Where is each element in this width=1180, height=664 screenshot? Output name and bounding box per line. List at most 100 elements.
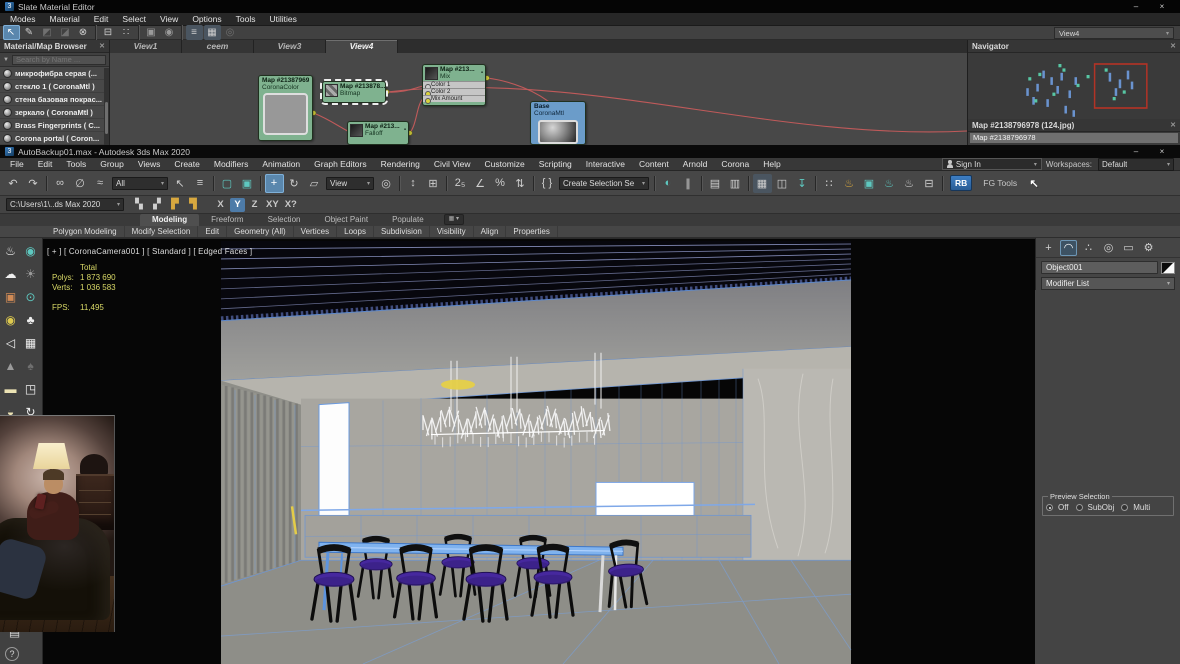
material-item[interactable]: стена базовая покрас... xyxy=(0,93,109,106)
sme-tab-view4[interactable]: View4 xyxy=(326,40,398,53)
forest-icon[interactable]: ♣ xyxy=(21,310,40,329)
sme-menu-edit[interactable]: Edit xyxy=(87,13,116,26)
close-icon[interactable]: ✕ xyxy=(99,42,105,50)
create-tab-icon[interactable]: + xyxy=(1040,240,1057,256)
ribbon-minimize-icon[interactable]: ▦ ▾ xyxy=(443,214,465,225)
material-item[interactable]: Corona portal ( Coron... xyxy=(0,132,109,145)
node-slot-mix-amount[interactable]: Mix Amount xyxy=(423,95,485,104)
axis-constraint-xy[interactable]: XY xyxy=(264,198,281,212)
unlink-selection-icon[interactable]: ∅ xyxy=(71,174,90,193)
schematic-view-icon[interactable]: ◫ xyxy=(773,174,792,193)
frame-buffer-icon[interactable]: ▣ xyxy=(1,287,20,306)
ribbon-group-subdivision[interactable]: Subdivision xyxy=(374,226,430,237)
plane-icon[interactable]: ▲ xyxy=(1,356,20,375)
sme-menu-select[interactable]: Select xyxy=(115,13,153,26)
axis-constraint-y[interactable]: Y xyxy=(230,197,245,212)
max-titlebar[interactable]: 3 AutoBackup01.max - Autodesk 3ds Max 20… xyxy=(0,145,1180,664)
material-item[interactable]: микрофибра серая (... xyxy=(0,67,109,80)
node-base-coronamtl[interactable]: Base CoronaMtl xyxy=(530,101,586,145)
zoom-tool-icon[interactable]: ◎ xyxy=(222,25,239,40)
sme-menu-tools[interactable]: Tools xyxy=(229,13,263,26)
minimize-button[interactable] xyxy=(1123,0,1149,13)
ribbon-group-align[interactable]: Align xyxy=(474,226,507,237)
modify-tab-icon[interactable]: ◠ xyxy=(1060,239,1077,256)
minimize-button[interactable] xyxy=(1123,145,1149,158)
node-mix[interactable]: Map #213... Mix ▪ Color 1 Color 2 Mix Am… xyxy=(422,64,486,106)
sme-tab-ceem[interactable]: ceem xyxy=(182,40,254,53)
state-sets-icon[interactable]: ∷ xyxy=(820,174,839,193)
curve-editor-icon[interactable]: ▦ xyxy=(752,173,772,193)
max-menu-create[interactable]: Create xyxy=(167,158,207,171)
layout-all-icon[interactable]: ▦ xyxy=(203,25,221,40)
select-and-link-icon[interactable]: ∞ xyxy=(51,174,70,193)
max-menu-views[interactable]: Views xyxy=(131,158,168,171)
navigator-minimap[interactable] xyxy=(968,53,1180,119)
redo-icon[interactable]: ↷ xyxy=(24,174,43,193)
viewport-label[interactable]: [ + ] [ CoronaCamera001 ] [ Standard ] [… xyxy=(47,247,252,256)
keyboard-override-icon[interactable]: ⊞ xyxy=(424,174,443,193)
viewport[interactable]: [ + ] [ CoronaCamera001 ] [ Standard ] [… xyxy=(43,238,1035,664)
rendered-frame-window-icon[interactable]: ▣ xyxy=(860,174,879,193)
render-production-icon[interactable]: ♨ xyxy=(880,174,899,193)
tree-box-icon[interactable]: ◳ xyxy=(21,379,40,398)
max-menu-content[interactable]: Content xyxy=(632,158,676,171)
ribbon-tab-selection[interactable]: Selection xyxy=(256,214,313,226)
map-name-field[interactable]: Map #2138796978 xyxy=(970,133,1178,143)
railclone-rb-button[interactable]: RB xyxy=(950,175,973,191)
material-item[interactable]: Brass Fingerprints ( C... xyxy=(0,119,109,132)
close-icon[interactable]: ✕ xyxy=(1170,121,1176,129)
ribbon-group-loops[interactable]: Loops xyxy=(337,226,374,237)
show-background-icon[interactable]: ▣ xyxy=(143,25,160,40)
material-item[interactable]: зеркало ( CoronaMtl ) xyxy=(0,106,109,119)
delete-selected-icon[interactable]: ⊗ xyxy=(75,25,92,40)
node-corona-color[interactable]: Map #2138796977 CoronaColor xyxy=(258,75,313,141)
move-children-icon[interactable]: ⊟ xyxy=(100,25,117,40)
grid-icon[interactable]: ▦ xyxy=(21,333,40,352)
pick-material-icon[interactable]: ✎ xyxy=(21,25,38,40)
axis-constraint-x?[interactable]: X? xyxy=(283,198,299,212)
ribbon-group-properties[interactable]: Properties xyxy=(506,226,558,237)
max-menu-modifiers[interactable]: Modifiers xyxy=(207,158,255,171)
sign-in-dropdown[interactable]: Sign In xyxy=(941,158,1042,170)
node-header[interactable]: Map #213... Mix xyxy=(440,66,475,80)
max-menu-file[interactable]: File xyxy=(3,158,31,171)
node-header[interactable]: Base CoronaMtl xyxy=(531,102,585,118)
project-folder-dropdown[interactable]: C:\Users\1\..ds Max 2020 xyxy=(6,198,124,211)
ribbon-group-vertices[interactable]: Vertices xyxy=(294,226,338,237)
selection-filter-dropdown[interactable]: All xyxy=(112,176,168,190)
show-grid-icon[interactable]: ◉ xyxy=(161,25,178,40)
align-icon[interactable]: ∥ xyxy=(679,174,698,193)
max-menu-arnold[interactable]: Arnold xyxy=(676,158,715,171)
navigator-view-dropdown[interactable]: View4 xyxy=(1054,27,1174,39)
ribbon-group-geometry-all-[interactable]: Geometry (All) xyxy=(227,226,294,237)
snaps-toggle-icon[interactable]: 2₅ xyxy=(451,174,470,193)
max-menu-scripting[interactable]: Scripting xyxy=(532,158,579,171)
max-menu-civil-view[interactable]: Civil View xyxy=(427,158,478,171)
ribbon-tab-modeling[interactable]: Modeling xyxy=(140,214,200,226)
map-parameter-header[interactable]: Map #2138796978 (124.jpg) ✕ xyxy=(968,119,1180,132)
browser-search-input[interactable] xyxy=(11,54,106,65)
sun-icon[interactable]: ☀ xyxy=(21,264,40,283)
corona-bulb-icon[interactable]: ◉ xyxy=(21,241,40,260)
reference-coordinate-dropdown[interactable]: View xyxy=(326,176,374,190)
sme-menu-options[interactable]: Options xyxy=(185,13,228,26)
select-and-manipulate-icon[interactable]: ↕ xyxy=(404,174,423,193)
sme-menu-modes[interactable]: Modes xyxy=(3,13,43,26)
max-menu-group[interactable]: Group xyxy=(93,158,131,171)
navigator-header[interactable]: Navigator ✕ xyxy=(968,40,1180,53)
rectangular-selection-region-icon[interactable]: ▢ xyxy=(218,174,237,193)
max-menu-graph-editors[interactable]: Graph Editors xyxy=(307,158,373,171)
ribbon-group-modify-selection[interactable]: Modify Selection xyxy=(125,226,199,237)
sme-tab-view1[interactable]: View1 xyxy=(110,40,182,53)
big-cursor-icon[interactable]: ↖ xyxy=(1025,174,1044,193)
browser-scrollbar[interactable] xyxy=(104,68,109,145)
chevron-down-icon[interactable]: ▼ xyxy=(3,57,9,63)
toggle-scene-explorer-icon[interactable]: ▤ xyxy=(706,174,725,193)
max-menu-corona[interactable]: Corona xyxy=(714,158,756,171)
help-icon[interactable]: ? xyxy=(5,647,19,661)
named-selection-c-icon[interactable]: ▛ xyxy=(167,197,184,212)
sme-menu-material[interactable]: Material xyxy=(43,13,87,26)
select-tool-icon[interactable]: ↖ xyxy=(2,25,20,40)
mirror-icon[interactable]: ◐ xyxy=(659,174,678,193)
hierarchy-tab-icon[interactable]: ∴ xyxy=(1080,240,1097,256)
